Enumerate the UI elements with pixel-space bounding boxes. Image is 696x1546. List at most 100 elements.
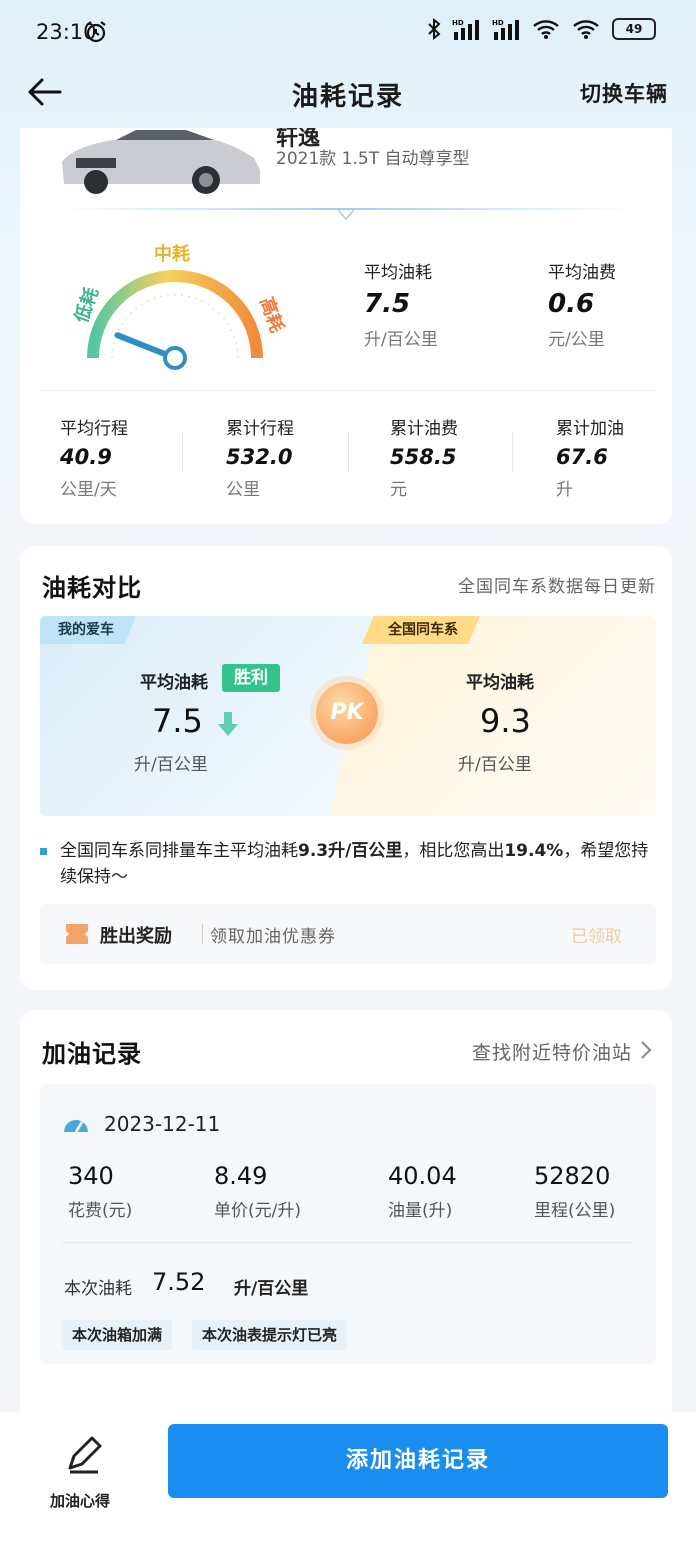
bottom-action-bar: 加油心得 添加油耗记录: [0, 1412, 696, 1546]
note-text: 全国同车系同排量车主平均油耗: [60, 841, 298, 861]
my-avg-value: 7.5: [152, 702, 203, 740]
tag-warning-light: 本次油表提示灯已亮: [192, 1320, 348, 1350]
gauge-hub: [163, 346, 187, 370]
reward-title: 胜出奖励: [100, 926, 172, 947]
national-avg-label: 平均油耗: [466, 673, 534, 693]
record-consumption-value: 7.52: [152, 1268, 206, 1296]
stat-label: 累计加油: [556, 419, 624, 439]
battery-indicator: 49: [612, 18, 656, 40]
switch-vehicle-button[interactable]: 切换车辆: [580, 78, 668, 108]
consumption-compare-card: 油耗对比 全国同车系数据每日更新 我的爱车 全国同车系 平均油耗 胜利 7.5 …: [20, 546, 672, 990]
consumption-gauge: 低耗 中耗 高耗: [70, 243, 288, 370]
divider: [348, 432, 349, 472]
record-value: 52820: [534, 1162, 611, 1190]
stat-label: 累计油费: [390, 419, 458, 439]
record-value: 40.04: [388, 1162, 457, 1190]
gauge-high-label: 高耗: [255, 294, 288, 335]
tag-full-tank: 本次油箱加满: [62, 1320, 173, 1350]
alarm-icon: [86, 21, 106, 43]
stat-unit: 元: [390, 480, 407, 500]
avg-consumption-label: 平均油耗: [364, 263, 432, 283]
stat-value: 67.6: [556, 445, 608, 469]
refuel-record-item[interactable]: 2023-12-11 340 花费(元) 8.49 单价(元/升) 40.04 …: [40, 1084, 656, 1364]
record-volume: 40.04 油量(升): [388, 1162, 457, 1221]
record-unit-price: 8.49 单价(元/升): [214, 1162, 301, 1221]
national-avg-unit: 升/百公里: [458, 755, 532, 775]
note-highlight: 9.3升/百公里: [298, 841, 403, 861]
divider: [62, 1242, 634, 1243]
chevron-right-icon[interactable]: [640, 1040, 652, 1060]
gauge-mid-label: 中耗: [154, 243, 190, 265]
refuel-records-card: 加油记录 查找附近特价油站 2023-12-11 340 花费(元) 8.49 …: [20, 1010, 672, 1430]
wifi-icon-2: [573, 20, 599, 39]
nearby-stations-link[interactable]: 查找附近特价油站: [472, 1038, 632, 1065]
pk-icon: PK: [316, 682, 378, 744]
stat-unit: 升: [556, 480, 573, 500]
avg-cost: 平均油费 0.6 元/公里: [548, 258, 616, 350]
hd-label: HD: [452, 19, 464, 27]
reward-status[interactable]: 已领取: [571, 922, 622, 947]
national-tag: 全国同车系: [362, 616, 480, 644]
record-label: 花费(元): [68, 1201, 133, 1221]
records-title: 加油记录: [42, 1040, 142, 1068]
wifi-icon: [533, 20, 559, 39]
avg-consumption-value: 7.5: [364, 289, 411, 319]
record-label: 油量(升): [388, 1201, 453, 1221]
avg-cost-label: 平均油费: [548, 263, 616, 283]
stat-unit: 公里/天: [60, 480, 117, 500]
avg-cost-unit: 元/公里: [548, 330, 605, 350]
record-value: 8.49: [214, 1162, 268, 1190]
win-badge: 胜利: [222, 664, 280, 692]
car-model: 2021款 1.5T 自动尊享型: [276, 149, 470, 169]
my-avg-unit: 升/百公里: [134, 755, 208, 775]
note-highlight: 19.4%: [504, 841, 564, 861]
stat-label: 累计行程: [226, 419, 294, 439]
hd-label: HD: [492, 19, 504, 27]
record-date: 2023-12-11: [104, 1112, 221, 1136]
pen-icon[interactable]: [62, 1432, 106, 1476]
compare-title: 油耗对比: [42, 574, 142, 602]
divider: [512, 432, 513, 472]
bluetooth-icon: [428, 18, 441, 40]
record-value: 340: [68, 1162, 114, 1190]
record-cost: 340 花费(元): [68, 1162, 132, 1221]
avg-consumption: 平均油耗 7.5 升/百公里: [364, 258, 438, 350]
record-consumption-label: 本次油耗: [64, 1279, 132, 1299]
notch-icon: [338, 210, 354, 220]
coupon-icon: [66, 924, 88, 944]
national-avg-value: 9.3: [480, 702, 531, 740]
note-text: ，相比您高出: [402, 841, 505, 861]
signal-icon-2: HD: [492, 19, 519, 40]
car-summary-card: 轩逸 2021款 1.5T 自动尊享型 低耗 中耗 高耗 平均油耗 7.5 升/…: [20, 128, 672, 524]
add-record-button[interactable]: 添加油耗记录: [168, 1424, 668, 1498]
divider: [202, 924, 203, 944]
pk-panel: 我的爱车 全国同车系 平均油耗 胜利 7.5 升/百公里 PK 平均油耗 9.3…: [40, 616, 656, 816]
status-icons: HD HD 49: [426, 18, 656, 40]
arrow-down-icon: [218, 712, 238, 736]
stat-avg-trip: 平均行程 40.9 公里/天: [60, 414, 128, 500]
signal-icon-1: HD: [452, 19, 479, 40]
refuel-notes-label[interactable]: 加油心得: [50, 1490, 110, 1511]
avg-cost-value: 0.6: [548, 289, 595, 319]
stat-label: 平均行程: [60, 419, 128, 439]
stat-value: 40.9: [60, 445, 112, 469]
my-avg-label: 平均油耗: [140, 673, 208, 693]
stat-total-fuel-cost: 累计油费 558.5 元: [390, 414, 458, 500]
reward-text: 领取加油优惠券: [210, 927, 336, 947]
stat-unit: 公里: [226, 480, 260, 500]
stat-total-distance: 累计行程 532.0 公里: [226, 414, 294, 500]
stat-value: 558.5: [390, 445, 457, 469]
divider: [182, 432, 183, 472]
divider: [40, 390, 656, 391]
reward-row[interactable]: 胜出奖励 领取加油优惠券 已领取: [40, 904, 656, 964]
record-mileage: 52820 里程(公里): [534, 1162, 615, 1221]
my-car-tag: 我的爱车: [40, 616, 136, 644]
car-image: [62, 130, 260, 194]
record-label: 单价(元/升): [214, 1201, 301, 1221]
compare-subtitle: 全国同车系数据每日更新: [458, 577, 656, 597]
record-consumption-unit: 升/百公里: [234, 1279, 309, 1299]
stat-value: 532.0: [226, 445, 293, 469]
speedometer-icon: [64, 1120, 88, 1133]
stat-total-refuel: 累计加油 67.6 升: [556, 414, 624, 500]
avg-consumption-unit: 升/百公里: [364, 330, 438, 350]
